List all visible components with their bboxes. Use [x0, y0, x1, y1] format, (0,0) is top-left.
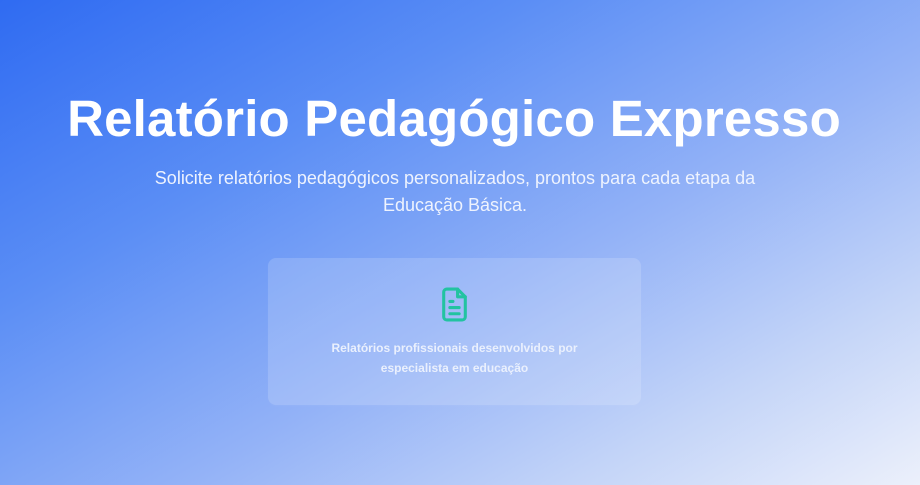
feature-card-text: Relatórios profissionais desenvolvidos p…: [331, 341, 578, 375]
page-title: Relatório Pedagógico Expresso: [67, 90, 841, 147]
feature-card: Relatórios profissionais desenvolvidos p…: [268, 258, 641, 405]
document-icon: [436, 286, 473, 323]
page-subtitle: Solicite relatórios pedagógicos personal…: [154, 168, 756, 215]
hero-section: Relatório Pedagógico Expresso Solicite r…: [0, 0, 920, 485]
